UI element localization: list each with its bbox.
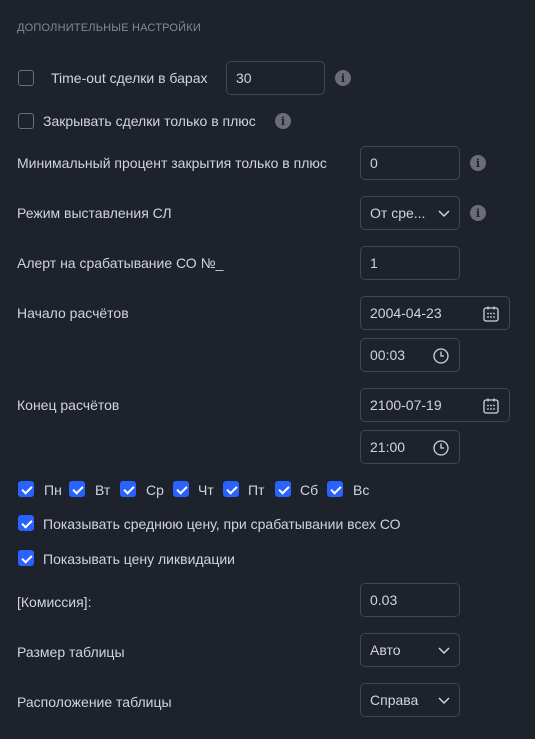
commission-label: [Комиссия]:: [17, 594, 92, 610]
end-date-value: 2100-07-19: [370, 397, 442, 413]
table-pos-select[interactable]: Справа: [360, 683, 460, 717]
show-liq-checkbox[interactable]: [18, 550, 34, 566]
end-time-input[interactable]: 21:00: [360, 430, 460, 464]
table-size-value: Авто: [370, 642, 401, 658]
start-time-input[interactable]: 00:03: [360, 338, 460, 372]
day-label: Ср: [146, 482, 164, 498]
day-label: Сб: [300, 482, 319, 498]
start-date-input[interactable]: 2004-04-23: [360, 296, 510, 330]
day-checkbox-tue[interactable]: [69, 481, 85, 497]
info-icon[interactable]: i: [470, 155, 486, 171]
section-title: ДОПОЛНИТЕЛЬНЫЕ НАСТРОЙКИ: [17, 22, 201, 34]
day-checkbox-thu[interactable]: [173, 481, 189, 497]
sl-mode-select[interactable]: От сре...: [360, 196, 460, 230]
end-label: Конец расчётов: [17, 397, 120, 413]
start-label: Начало расчётов: [17, 305, 129, 321]
start-date-value: 2004-04-23: [370, 305, 442, 321]
clock-icon[interactable]: [432, 439, 450, 457]
timeout-label: Time-out сделки в барах: [51, 70, 208, 86]
end-time-value: 21:00: [370, 439, 406, 455]
table-pos-label: Расположение таблицы: [17, 694, 172, 710]
timeout-input[interactable]: 30: [226, 61, 325, 95]
day-label: Чт: [198, 482, 214, 498]
table-pos-value: Справа: [370, 692, 419, 708]
chevron-down-icon: [438, 210, 450, 218]
show-avg-label: Показывать среднюю цену, при срабатывани…: [43, 516, 401, 532]
start-time-value: 00:03: [370, 347, 406, 363]
day-checkbox-sat[interactable]: [275, 481, 291, 497]
sl-mode-value: От сре...: [370, 205, 426, 221]
sl-mode-label: Режим выставления СЛ: [17, 205, 172, 221]
day-label: Вт: [95, 482, 111, 498]
day-label: Вс: [353, 482, 370, 498]
min-percent-input[interactable]: 0: [360, 146, 460, 180]
info-icon[interactable]: i: [335, 70, 351, 86]
info-icon[interactable]: i: [275, 113, 291, 129]
day-checkbox-sun[interactable]: [327, 481, 343, 497]
calendar-icon[interactable]: [482, 305, 500, 323]
show-avg-checkbox[interactable]: [18, 515, 34, 531]
show-liq-label: Показывать цену ликвидации: [43, 551, 236, 567]
min-percent-label: Минимальный процент закрытия только в пл…: [17, 155, 327, 171]
commission-input[interactable]: 0.03: [360, 583, 460, 617]
clock-icon[interactable]: [432, 347, 450, 365]
alert-co-label: Алерт на срабатывание СО №_: [17, 255, 224, 271]
info-icon[interactable]: i: [470, 205, 486, 221]
table-size-label: Размер таблицы: [17, 644, 125, 660]
timeout-checkbox[interactable]: [18, 70, 34, 86]
day-label: Пт: [248, 482, 265, 498]
day-checkbox-mon[interactable]: [18, 481, 34, 497]
calendar-icon[interactable]: [482, 397, 500, 415]
alert-co-input[interactable]: 1: [360, 246, 460, 280]
chevron-down-icon: [438, 647, 450, 655]
end-date-input[interactable]: 2100-07-19: [360, 388, 510, 422]
day-checkbox-fri[interactable]: [223, 481, 239, 497]
close-plus-checkbox[interactable]: [18, 113, 34, 129]
table-size-select[interactable]: Авто: [360, 633, 460, 667]
close-plus-label: Закрывать сделки только в плюс: [43, 113, 256, 129]
chevron-down-icon: [438, 697, 450, 705]
day-label: Пн: [44, 482, 62, 498]
day-checkbox-wed[interactable]: [120, 481, 136, 497]
